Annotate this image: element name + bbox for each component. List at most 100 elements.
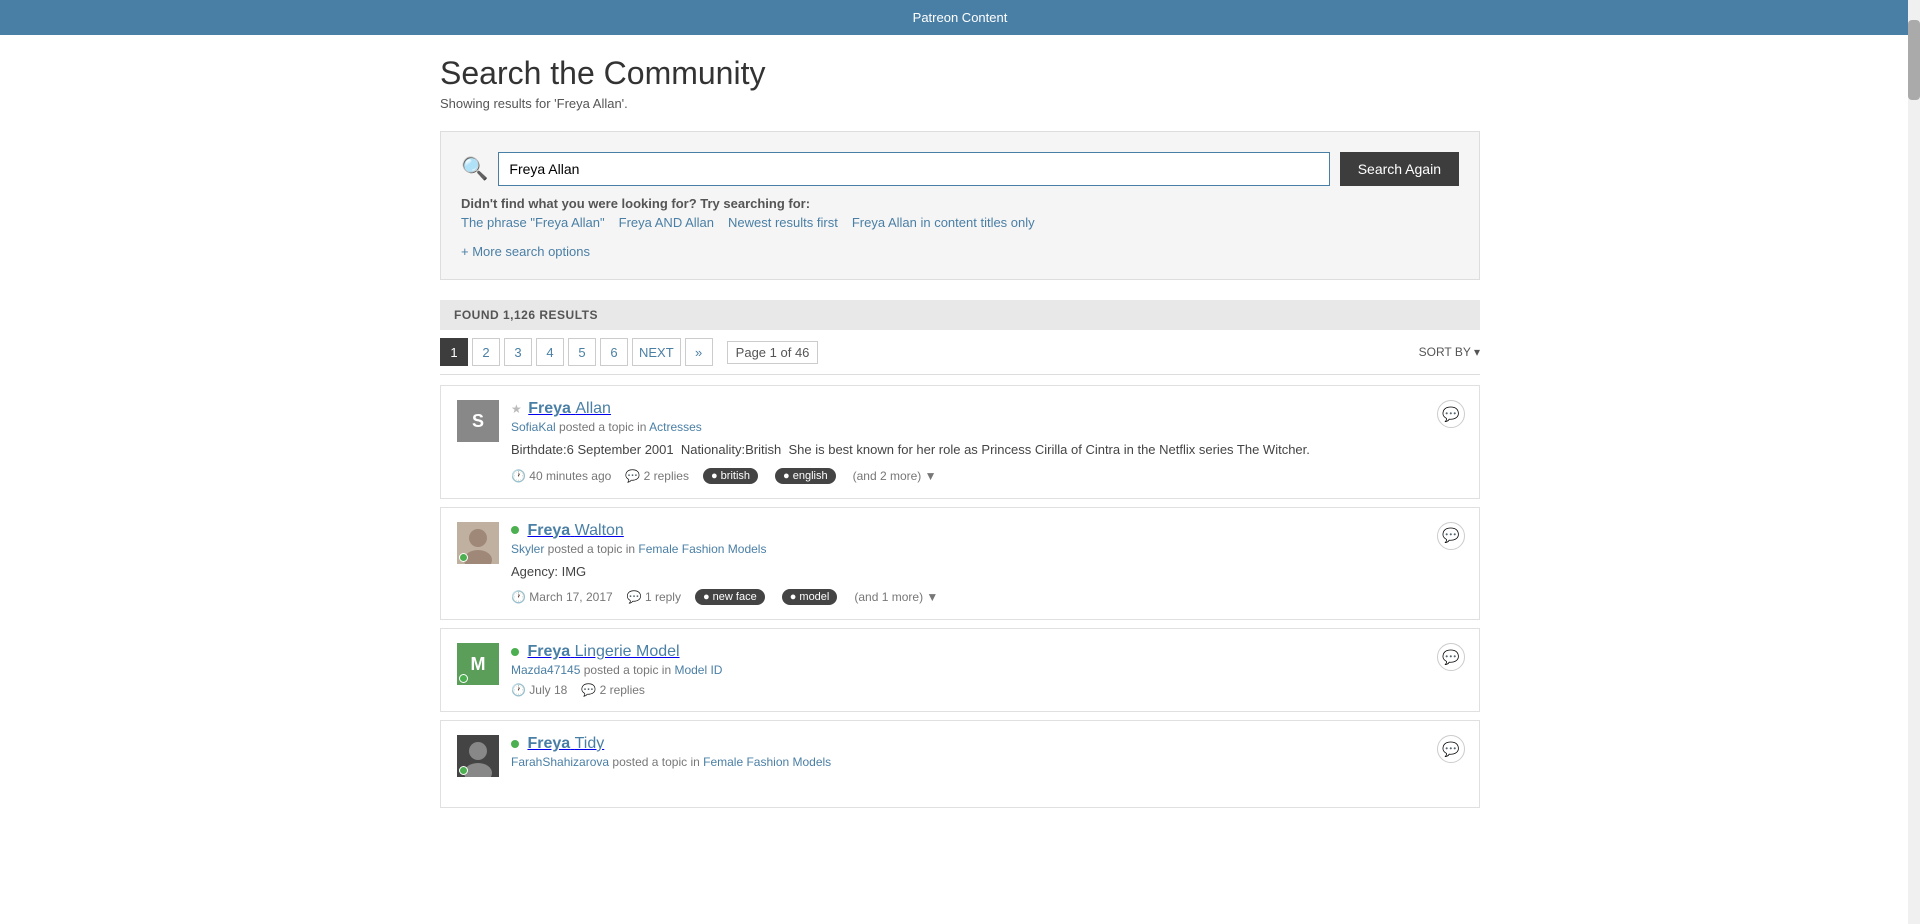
- title-first: Freya: [527, 735, 570, 752]
- posted-by-link[interactable]: SofiaKal: [511, 420, 556, 434]
- result-replies: 💬 2 replies: [625, 469, 689, 483]
- reply-icon[interactable]: 💬: [1437, 522, 1465, 550]
- result-title-link[interactable]: Freya Tidy: [527, 735, 604, 752]
- suggestion-links: The phrase "Freya Allan" Freya AND Allan…: [461, 215, 1459, 230]
- page-subtitle: Showing results for 'Freya Allan'.: [440, 96, 1480, 111]
- online-dot: [511, 648, 519, 656]
- page-of-label[interactable]: Page 1 of 46: [727, 341, 819, 364]
- result-item: 💬 Freya Walton Skyler posted a: [440, 507, 1480, 621]
- star-icon: ★: [511, 402, 522, 416]
- category-link[interactable]: Female Fashion Models: [638, 542, 766, 556]
- result-header: S ★ Freya Allan SofiaKal posted a topic …: [457, 400, 1463, 484]
- page-btn-5[interactable]: 5: [568, 338, 596, 366]
- result-item: 💬 S ★ Freya Allan SofiaKal posted a topi…: [440, 385, 1480, 499]
- scrollbar[interactable]: [1908, 0, 1920, 924]
- online-indicator: [459, 766, 468, 775]
- online-indicator: [459, 674, 468, 683]
- result-title: Freya Walton: [511, 522, 1463, 540]
- result-header: Freya Tidy FarahShahizarova posted a top…: [457, 735, 1463, 777]
- result-title-link[interactable]: Freya Walton: [527, 522, 623, 539]
- result-title: Freya Lingerie Model: [511, 643, 1463, 661]
- tag-english[interactable]: ● english: [775, 468, 836, 484]
- result-excerpt: Agency: IMG: [511, 562, 1463, 582]
- result-footer: 🕐 July 18 💬 2 replies: [511, 683, 1463, 697]
- result-meta: Skyler posted a topic in Female Fashion …: [511, 542, 1463, 556]
- search-input[interactable]: [498, 152, 1329, 186]
- posted-by-link[interactable]: Skyler: [511, 542, 544, 556]
- online-dot: [511, 740, 519, 748]
- reply-icon[interactable]: 💬: [1437, 735, 1465, 763]
- result-title: Freya Tidy: [511, 735, 1463, 753]
- title-second: Tidy: [575, 735, 605, 752]
- reply-icon[interactable]: 💬: [1437, 643, 1465, 671]
- avatar: [457, 735, 499, 777]
- search-row: 🔍 Search Again: [461, 152, 1459, 186]
- result-time: 🕐 40 minutes ago: [511, 469, 611, 483]
- result-header: M Freya Lingerie Model Mazda47145 posted…: [457, 643, 1463, 697]
- page-btn-2[interactable]: 2: [472, 338, 500, 366]
- suggestion-and[interactable]: Freya AND Allan: [619, 215, 714, 230]
- result-info: Freya Walton Skyler posted a topic in Fe…: [511, 522, 1463, 606]
- results-found-header: FOUND 1,126 RESULTS: [440, 300, 1480, 330]
- patreon-bar: Patreon Content: [0, 0, 1920, 35]
- avatar: [457, 522, 499, 564]
- category-link[interactable]: Model ID: [674, 663, 722, 677]
- search-icon: 🔍: [461, 156, 488, 182]
- result-excerpt: Birthdate:6 September 2001 Nationality:B…: [511, 440, 1463, 460]
- category-link[interactable]: Female Fashion Models: [703, 755, 831, 769]
- result-replies: 💬 2 replies: [581, 683, 645, 697]
- result-time: 🕐 March 17, 2017: [511, 590, 613, 604]
- next-btn[interactable]: NEXT: [632, 338, 681, 366]
- title-second: Walton: [575, 522, 624, 539]
- result-title: ★ Freya Allan: [511, 400, 1463, 418]
- result-title-link[interactable]: Freya Allan: [528, 400, 611, 417]
- result-time: 🕐 July 18: [511, 683, 567, 697]
- result-info: Freya Lingerie Model Mazda47145 posted a…: [511, 643, 1463, 697]
- result-meta: Mazda47145 posted a topic in Model ID: [511, 663, 1463, 677]
- title-second: Lingerie Model: [575, 643, 680, 660]
- sort-by-btn[interactable]: SORT BY ▾: [1419, 345, 1480, 359]
- suggestion-titles-only[interactable]: Freya Allan in content titles only: [852, 215, 1035, 230]
- posted-by-link[interactable]: FarahShahizarova: [511, 755, 609, 769]
- search-box-container: 🔍 Search Again Didn't find what you were…: [440, 131, 1480, 280]
- page-btn-3[interactable]: 3: [504, 338, 532, 366]
- posted-by-link[interactable]: Mazda47145: [511, 663, 580, 677]
- not-found-text: Didn't find what you were looking for?: [461, 196, 697, 211]
- result-item: 💬 Freya Tidy FarahShahizarova p: [440, 720, 1480, 808]
- page-title: Search the Community: [440, 55, 1480, 92]
- reply-icon[interactable]: 💬: [1437, 400, 1465, 428]
- page-btn-4[interactable]: 4: [536, 338, 564, 366]
- result-title-link[interactable]: Freya Lingerie Model: [527, 643, 679, 660]
- page-btn-6[interactable]: 6: [600, 338, 628, 366]
- tag-more[interactable]: (and 2 more) ▼: [853, 469, 937, 483]
- online-dot: [511, 526, 519, 534]
- result-replies: 💬 1 reply: [627, 590, 681, 604]
- title-first: Freya: [528, 400, 571, 417]
- tag-british[interactable]: ● british: [703, 468, 758, 484]
- avatar: S: [457, 400, 499, 442]
- page-btn-1[interactable]: 1: [440, 338, 468, 366]
- result-meta: FarahShahizarova posted a topic in Femal…: [511, 755, 1463, 769]
- tag-new-face[interactable]: ● new face: [695, 589, 765, 605]
- result-info: Freya Tidy FarahShahizarova posted a top…: [511, 735, 1463, 775]
- result-header: Freya Walton Skyler posted a topic in Fe…: [457, 522, 1463, 606]
- title-first: Freya: [527, 522, 570, 539]
- try-text: Try searching for:: [700, 196, 810, 211]
- double-next-btn[interactable]: »: [685, 338, 713, 366]
- suggestion-phrase[interactable]: The phrase "Freya Allan": [461, 215, 605, 230]
- search-again-button[interactable]: Search Again: [1340, 152, 1459, 186]
- suggestion-newest[interactable]: Newest results first: [728, 215, 838, 230]
- result-footer: 🕐 40 minutes ago 💬 2 replies ● british ●…: [511, 468, 1463, 484]
- result-footer: 🕐 March 17, 2017 💬 1 reply ● new face ● …: [511, 589, 1463, 605]
- tag-more[interactable]: (and 1 more) ▼: [854, 590, 938, 604]
- more-search-options[interactable]: + More search options: [461, 244, 1459, 259]
- scrollbar-thumb[interactable]: [1908, 20, 1920, 100]
- avatar: M: [457, 643, 499, 685]
- pagination-bar: 1 2 3 4 5 6 NEXT » Page 1 of 46 SORT BY …: [440, 330, 1480, 375]
- tag-model[interactable]: ● model: [782, 589, 838, 605]
- title-first: Freya: [527, 643, 570, 660]
- category-link[interactable]: Actresses: [649, 420, 702, 434]
- online-indicator: [459, 553, 468, 562]
- search-suggestions: Didn't find what you were looking for? T…: [461, 196, 1459, 230]
- result-info: ★ Freya Allan SofiaKal posted a topic in…: [511, 400, 1463, 484]
